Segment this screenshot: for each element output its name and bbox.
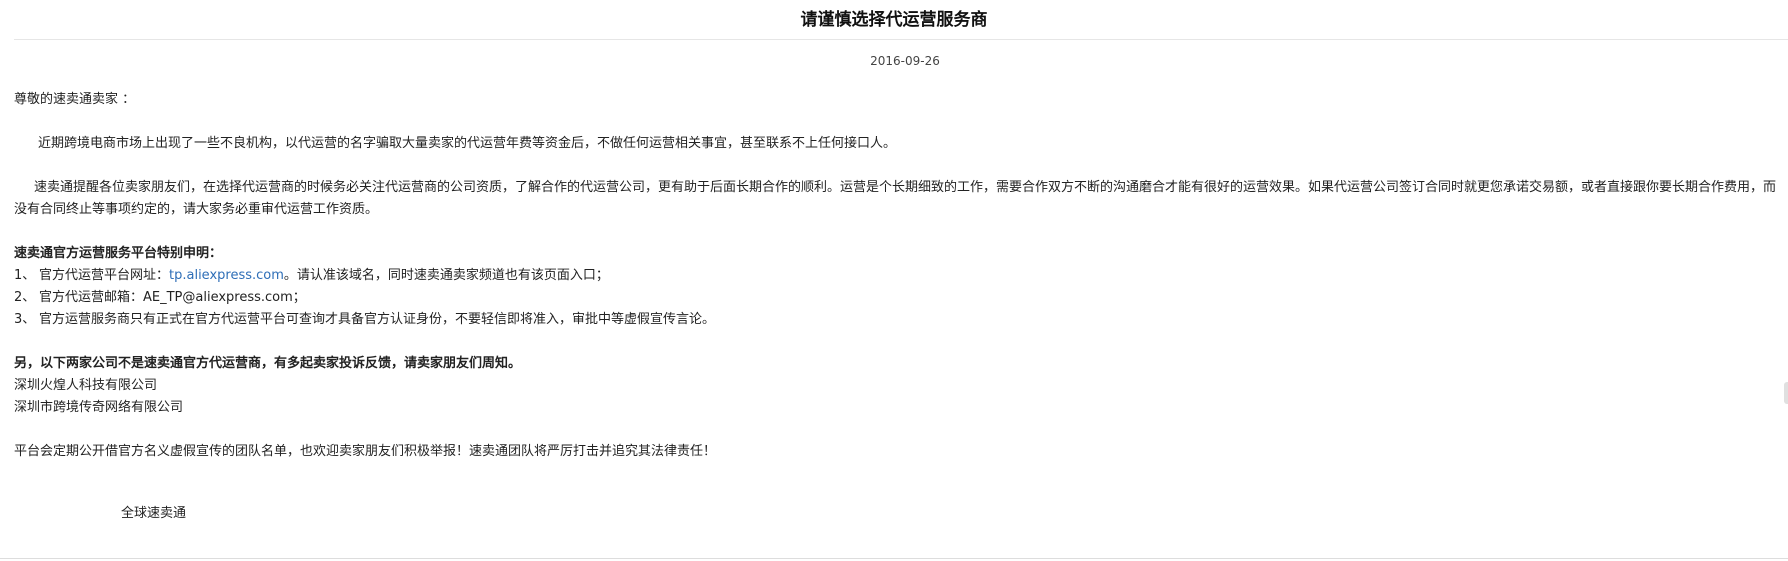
company-1: 深圳火煌人科技有限公司	[14, 378, 158, 393]
statement-heading: 速卖通官方运营服务平台特别申明：	[14, 246, 223, 261]
title-divider	[14, 39, 1788, 40]
statement-item-number: 1、	[14, 268, 36, 283]
tp-aliexpress-link[interactable]: tp.aliexpress.com	[169, 268, 284, 283]
article-body: 尊敬的速卖通卖家 ： 近期跨境电商市场上出现了一些不良机构，以代运营的名字骗取大…	[14, 89, 1784, 463]
closing-text: 平台会定期公开借官方名义虚假宣传的团队名单，也欢迎卖家朋友们积极举报！速卖通团队…	[14, 444, 717, 459]
statement-item-1: 1、 官方代运营平台网址：tp.aliexpress.com。请认准该域名，同时速…	[14, 265, 1784, 287]
bottom-divider	[0, 558, 1788, 559]
statement-item-number: 2、	[14, 290, 36, 305]
notice-heading: 另，以下两家公司不是速卖通官方代运营商，有多起卖家投诉反馈，请卖家朋友们周知。	[14, 356, 522, 371]
statement-item-3: 3、 官方运营服务商只有正式在官方代运营平台可查询才具备官方认证身份，不要轻信即将…	[14, 309, 1784, 331]
statement-item-2-text: 官方代运营邮箱：AE_TP@aliexpress.com；	[39, 290, 306, 305]
company-2: 深圳市跨境传奇网络有限公司	[14, 400, 184, 415]
side-feedback-tab[interactable]	[1784, 382, 1788, 404]
signature: 全球速卖通	[121, 506, 187, 521]
statement-item-number: 3、	[14, 312, 36, 327]
greeting: 尊敬的速卖通卖家 ：	[14, 92, 136, 107]
paragraph-1: 近期跨境电商市场上出现了一些不良机构，以代运营的名字骗取大量卖家的代运营年费等资…	[38, 136, 897, 151]
statement-item-1-prefix: 官方代运营平台网址：	[39, 268, 170, 283]
statement-item-2: 2、 官方代运营邮箱：AE_TP@aliexpress.com；	[14, 287, 1784, 309]
statement-item-1-suffix: 。请认准该域名，同时速卖通卖家频道也有该页面入口；	[283, 268, 609, 283]
article-date: 2016-09-26	[870, 54, 940, 68]
article-title: 请谨慎选择代运营服务商	[800, 10, 988, 30]
statement-item-3-text: 官方运营服务商只有正式在官方代运营平台可查询才具备官方认证身份，不要轻信即将准入…	[39, 312, 716, 327]
paragraph-2: 速卖通提醒各位卖家朋友们，在选择代运营商的时候务必关注代运营商的公司资质，了解合…	[14, 180, 1777, 217]
